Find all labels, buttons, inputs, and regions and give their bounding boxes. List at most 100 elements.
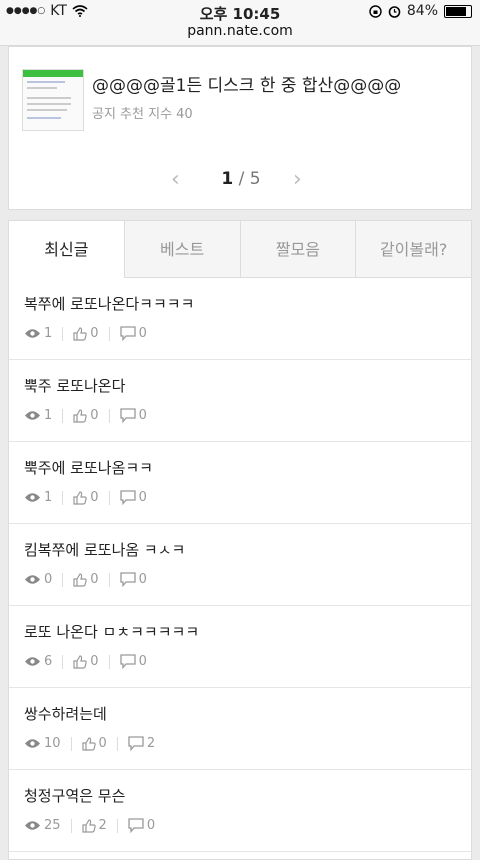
- comment-count: 0: [138, 490, 147, 505]
- tab-images[interactable]: 짤모음: [239, 221, 356, 278]
- tab-latest[interactable]: 최신글: [9, 221, 124, 278]
- chevron-right-icon[interactable]: ›: [293, 167, 302, 192]
- thumbs-up-icon: [73, 572, 88, 587]
- page-total: 5: [249, 169, 261, 189]
- divider: [108, 572, 110, 587]
- view-count: 0: [44, 572, 53, 587]
- thumbs-up-icon: [73, 326, 88, 341]
- comment-icon: [119, 572, 136, 587]
- post-title[interactable]: 복쭈에 로또나온다ㅋㅋㅋㅋ: [24, 293, 194, 314]
- comment-icon: [119, 408, 136, 423]
- featured-title[interactable]: @@@@골1든 디스크 한 중 합산@@@@: [92, 71, 401, 96]
- comment-count: 2: [146, 736, 156, 751]
- post-stats: 6 0 0: [24, 654, 147, 669]
- post-stats: 25 2 0: [24, 818, 155, 833]
- eye-icon: [24, 820, 41, 831]
- divider: [116, 736, 118, 751]
- like-count: 0: [90, 490, 99, 505]
- page-separator: /: [233, 169, 250, 189]
- alarm-icon: [388, 5, 401, 18]
- status-bar: ●●●●○ KT 오후 10:45 84%: [0, 0, 480, 23]
- comment-count: 0: [146, 818, 156, 833]
- comment-icon: [119, 490, 136, 505]
- post-stats: 0 0 0: [24, 572, 147, 587]
- comment-count: 0: [138, 408, 147, 423]
- pagination: ‹ 1 / 5 ›: [9, 167, 473, 193]
- list-item[interactable]: 복쭈에 로또나온다ㅋㅋㅋㅋ 1 0 0: [9, 278, 471, 360]
- eye-icon: [24, 738, 41, 749]
- featured-card: @@@@골1든 디스크 한 중 합산@@@@ 공지 추천 지수 40 ‹ 1 /…: [8, 46, 472, 210]
- divider: [62, 654, 64, 669]
- featured-thumbnail[interactable]: [22, 69, 84, 131]
- like-count: 0: [90, 408, 99, 423]
- like-count: 0: [90, 326, 99, 341]
- post-stats: 10 0 2: [24, 736, 155, 751]
- chevron-left-icon[interactable]: ‹: [171, 167, 180, 192]
- list-item[interactable]: 쌍수하려는데 10 0 2: [9, 688, 471, 770]
- divider: [108, 490, 110, 505]
- list-item[interactable]: 뿍주 로또나온다 1 0 0: [9, 360, 471, 442]
- eye-icon: [24, 328, 41, 339]
- divider: [70, 818, 72, 833]
- post-title[interactable]: 청정구역은 무슨: [24, 785, 125, 806]
- divider: [108, 326, 110, 341]
- post-list-card: 최신글 베스트 짤모음 같이볼래? 복쭈에 로또나온다ㅋㅋㅋㅋ 1 0 0 뿍주 로또나…: [8, 220, 472, 860]
- list-item[interactable]: 킴복쭈에 로또나옴 ㅋㅅㅋ 0 0 0: [9, 524, 471, 606]
- comment-icon: [119, 654, 136, 669]
- comment-icon: [119, 326, 136, 341]
- post-title[interactable]: 뿍주에 로또나옴ㅋㅋ: [24, 457, 153, 478]
- view-count: 25: [44, 818, 61, 833]
- divider: [108, 408, 110, 423]
- list-item[interactable]: 뿍주에 로또나옴ㅋㅋ 1 0 0: [9, 442, 471, 524]
- url-text: pann.nate.com: [187, 23, 293, 39]
- page-current: 1: [221, 169, 234, 189]
- post-title[interactable]: 쌍수하려는데: [24, 703, 107, 724]
- post-stats: 1 0 0: [24, 408, 147, 423]
- thumbs-up-icon: [81, 736, 96, 751]
- post-stats: 1 0 0: [24, 326, 147, 341]
- like-count: 0: [90, 572, 99, 587]
- eye-icon: [24, 656, 41, 667]
- comment-count: 0: [138, 326, 147, 341]
- featured-meta: 공지 추천 지수 40: [92, 107, 193, 122]
- battery-label: 84%: [406, 3, 438, 19]
- battery-icon: [444, 4, 472, 18]
- list-item[interactable]: 청정구역은 무슨 25 2 0: [9, 770, 471, 852]
- tab-watch-together[interactable]: 같이볼래?: [355, 221, 471, 278]
- divider: [70, 736, 72, 751]
- divider: [62, 326, 64, 341]
- like-count: 0: [98, 736, 107, 751]
- eye-icon: [24, 574, 41, 585]
- rotation-lock-icon: [369, 4, 382, 18]
- view-count: 1: [44, 326, 53, 341]
- divider: [62, 490, 64, 505]
- list-item[interactable]: 로또 나온다 ㅁㅊㅋㅋㅋㅋㅋ 6 0 0: [9, 606, 471, 688]
- view-count: 10: [44, 736, 61, 751]
- post-stats: 1 0 0: [24, 490, 147, 505]
- tab-best[interactable]: 베스트: [123, 221, 240, 278]
- like-count: 2: [98, 818, 107, 833]
- view-count: 1: [44, 490, 53, 505]
- comment-count: 0: [138, 572, 147, 587]
- divider: [62, 572, 64, 587]
- view-count: 6: [44, 654, 53, 669]
- address-bar[interactable]: pann.nate.com: [0, 22, 480, 46]
- thumbs-up-icon: [81, 818, 96, 833]
- tab-bar: 최신글 베스트 짤모음 같이볼래?: [9, 221, 471, 278]
- post-title[interactable]: 뿍주 로또나온다: [24, 375, 125, 396]
- thumbs-up-icon: [73, 490, 88, 505]
- post-title[interactable]: 킴복쭈에 로또나옴 ㅋㅅㅋ: [24, 539, 185, 560]
- like-count: 0: [90, 654, 99, 669]
- comment-icon: [128, 818, 144, 833]
- divider: [116, 818, 118, 833]
- divider: [62, 408, 64, 423]
- divider: [108, 654, 110, 669]
- comment-icon: [128, 736, 144, 751]
- post-list: 복쭈에 로또나온다ㅋㅋㅋㅋ 1 0 0 뿍주 로또나온다 1 0 0 뿍주에 로또나옴ㅋㅋ 1 0 0…: [9, 278, 471, 852]
- comment-count: 0: [138, 654, 147, 669]
- post-title[interactable]: 로또 나온다 ㅁㅊㅋㅋㅋㅋㅋ: [24, 621, 199, 642]
- eye-icon: [24, 492, 41, 503]
- thumbs-up-icon: [73, 654, 88, 669]
- thumbs-up-icon: [73, 408, 88, 423]
- view-count: 1: [44, 408, 53, 423]
